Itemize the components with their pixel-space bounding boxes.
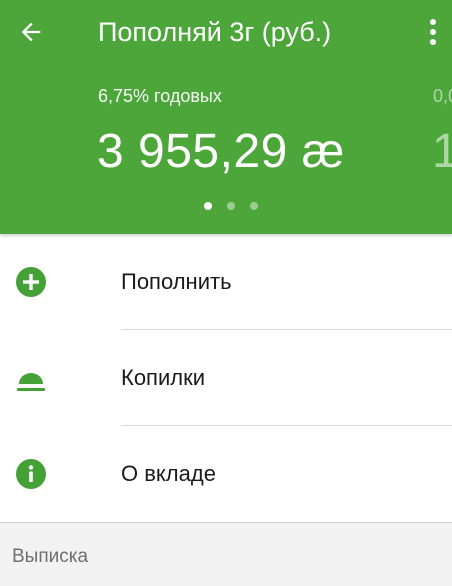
account-actions-list: Пополнить Копилки О вкладе [0,234,452,522]
plus-circle-icon [15,266,47,298]
more-vertical-icon [430,19,436,45]
menu-item-piggy-banks[interactable]: Копилки [0,330,452,426]
arrow-left-icon [21,22,41,42]
info-circle-icon [15,458,47,490]
menu-item-label: О вкладе [121,461,216,486]
pager-dot[interactable] [204,202,212,210]
pager-dot[interactable] [250,202,258,210]
back-button[interactable] [12,14,50,50]
page-title: Пополняй 3г (руб.) [98,17,332,47]
pager-dots [0,200,452,212]
balance-amount[interactable]: 3 955,29 æ [97,124,345,179]
statement-section-title[interactable]: Выписка [12,546,88,568]
section-divider [0,522,452,523]
app-header: Пополняй 3г (руб.) 6,75% годовых 3 955,2… [0,0,452,234]
interest-rate: 6,75% годовых [98,86,222,106]
menu-item-label: Копилки [121,365,206,390]
menu-item-label: Пополнить [121,269,232,294]
menu-item-about-deposit[interactable]: О вкладе [0,426,452,522]
next-card-amount[interactable]: 1 [432,124,452,179]
piggy-bank-icon [15,362,47,394]
next-card-rate: 0,0 [433,86,452,106]
pager-dot[interactable] [227,202,235,210]
overflow-menu-button[interactable] [418,12,448,52]
menu-item-top-up[interactable]: Пополнить [0,234,452,330]
